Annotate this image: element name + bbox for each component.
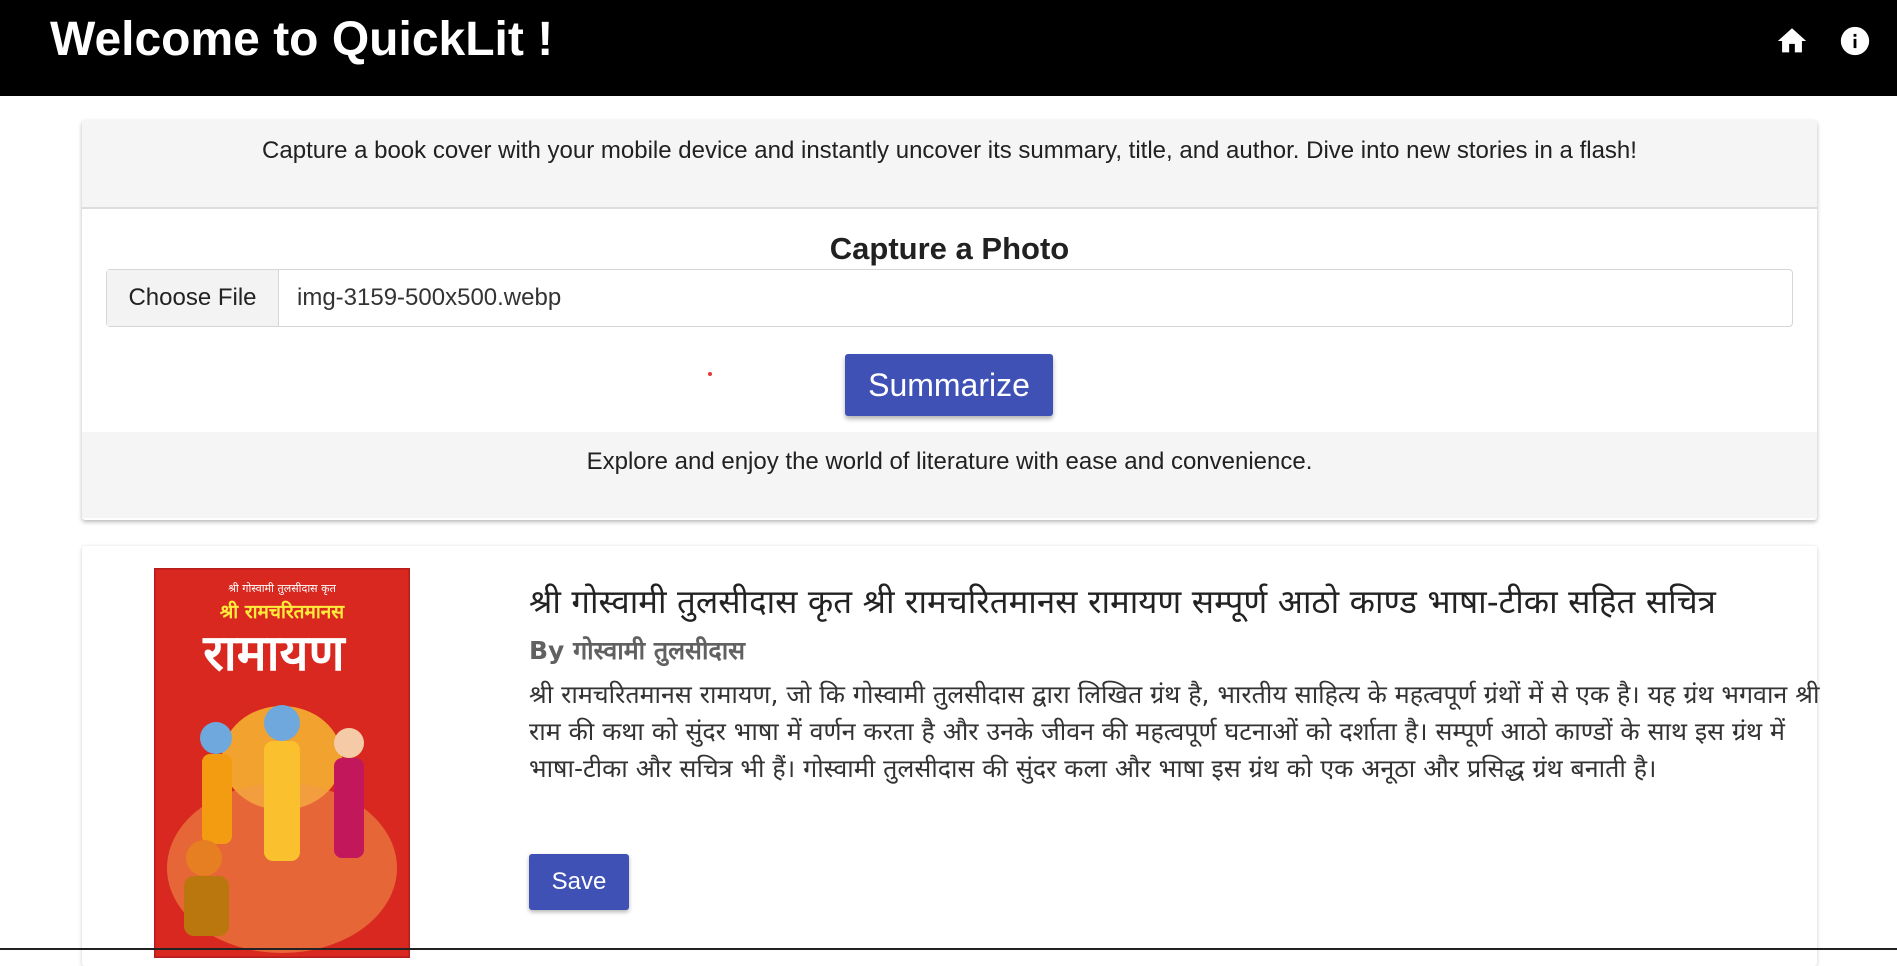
home-icon[interactable] <box>1775 24 1809 58</box>
footer-text: Explore and enjoy the world of literatur… <box>82 432 1817 518</box>
book-cover-image: श्री गोस्वामी तुलसीदास कृत श्री रामचरितम… <box>154 568 410 958</box>
intro-text: Capture a book cover with your mobile de… <box>82 120 1817 209</box>
app-title: Welcome to QuickLit ! <box>50 13 554 66</box>
capture-title: Capture a Photo <box>829 231 1070 266</box>
book-summary: श्री रामचरितमानस रामायण, जो कि गोस्वामी … <box>529 680 1820 783</box>
upload-card: Capture a book cover with your mobile de… <box>82 120 1817 520</box>
cover-sub-text: श्री रामचरितमानस <box>220 600 345 623</box>
result-card: श्री गोस्वामी तुलसीदास कृत श्री रामचरितम… <box>82 546 1819 966</box>
save-button[interactable]: Save <box>529 854 629 910</box>
book-title: श्री गोस्वामी तुलसीदास कृत श्री रामचरितम… <box>529 582 1716 621</box>
author-name: गोस्वामी तुलसीदास <box>573 636 746 665</box>
summarize-button[interactable]: Summarize <box>845 354 1053 416</box>
selected-file-name: img-3159-500x500.webp <box>297 284 562 311</box>
book-author: By गोस्वामी तुलसीदास <box>529 634 745 668</box>
choose-file-button[interactable]: Choose File <box>107 270 279 326</box>
file-input[interactable]: Choose File img-3159-500x500.webp <box>106 269 1793 327</box>
author-prefix: By <box>529 636 565 665</box>
info-icon[interactable] <box>1838 24 1872 58</box>
cover-top-text: श्री गोस्वामी तुलसीदास कृत <box>228 582 336 595</box>
cursor-dot <box>708 372 712 376</box>
app-bar: Welcome to QuickLit ! <box>0 0 1897 96</box>
cover-main-text: रामायण <box>202 624 346 682</box>
